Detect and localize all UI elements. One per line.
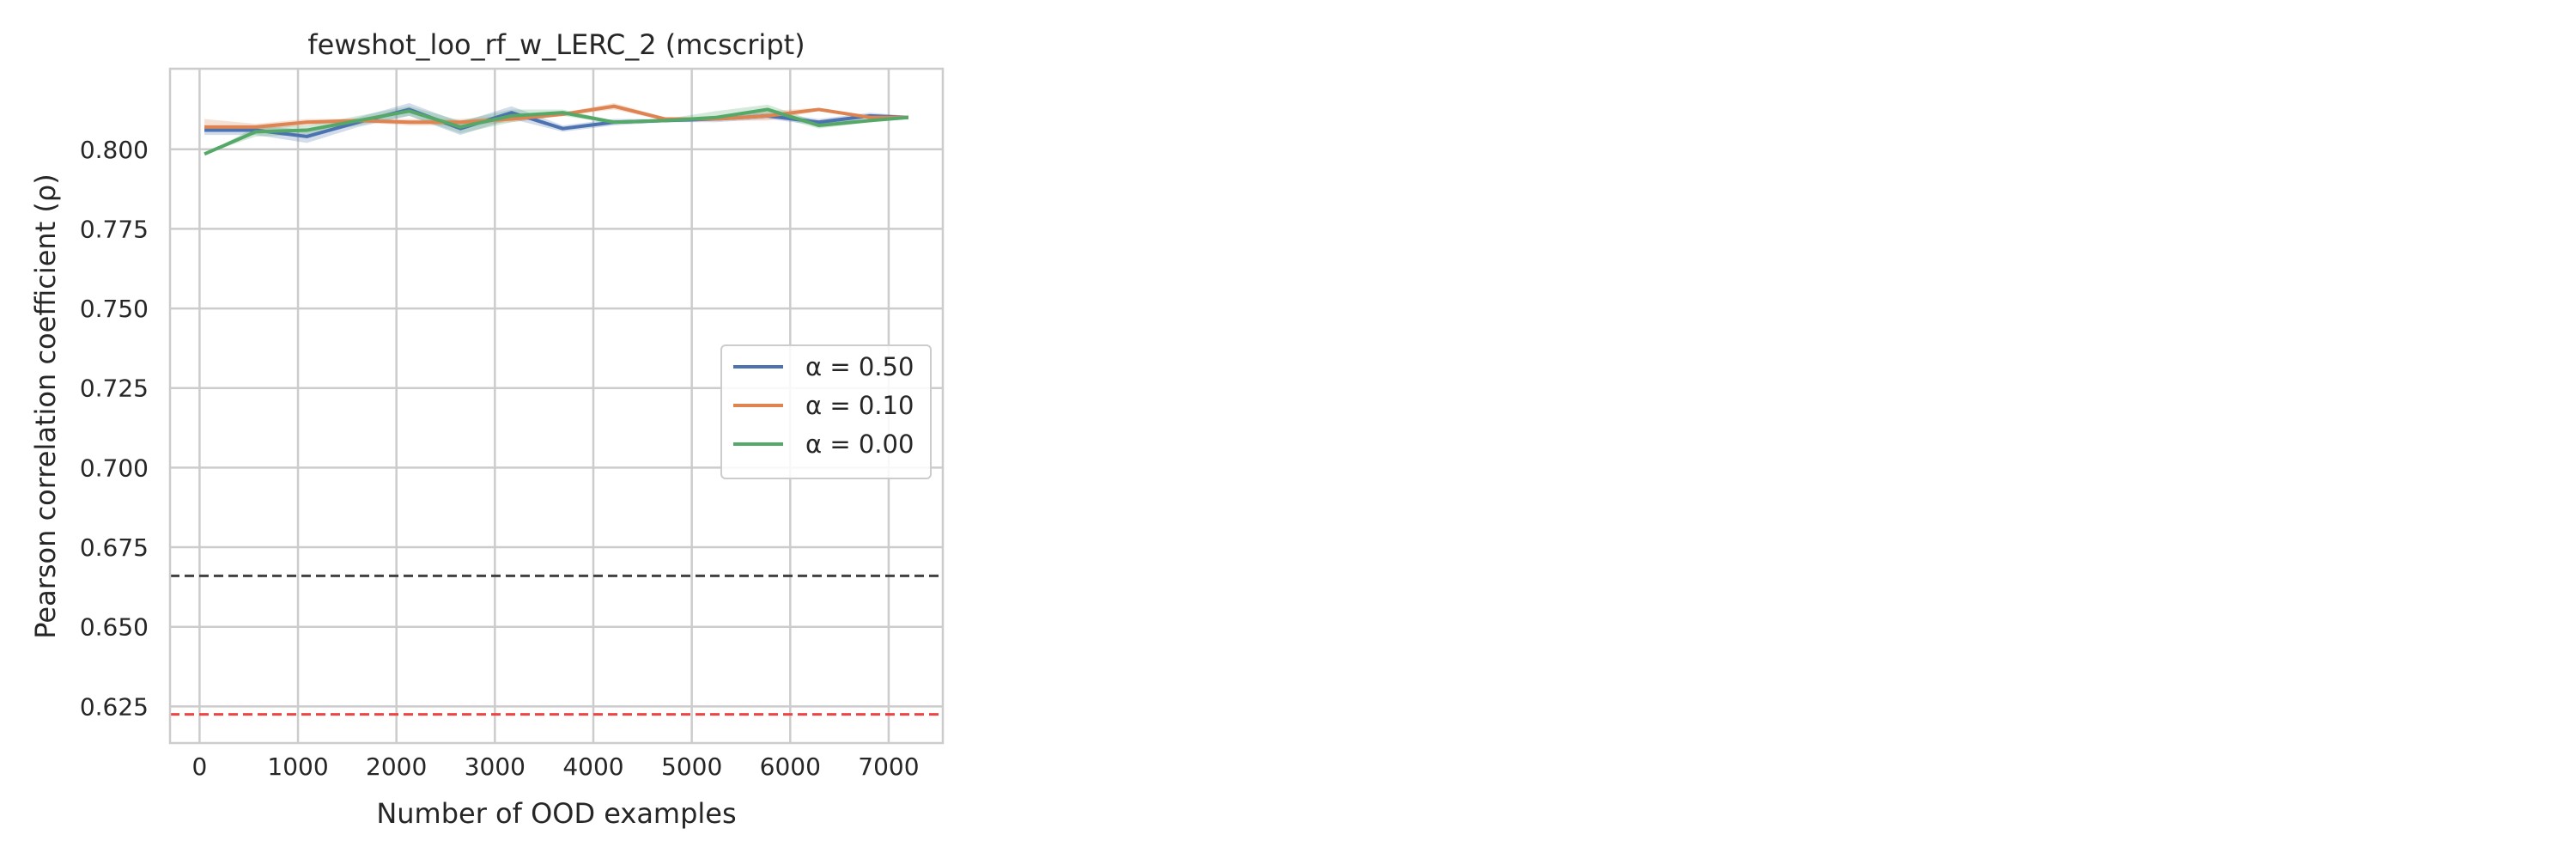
x-tick-label: 5000: [661, 752, 722, 781]
x-axis-label: Number of OOD examples: [376, 797, 736, 830]
y-tick-label: 0.775: [80, 215, 149, 243]
legend-label: α = 0.50: [805, 352, 914, 381]
y-axis-label: Pearson correlation coefficient (ρ): [29, 174, 62, 638]
y-tick-label: 0.675: [80, 533, 149, 562]
x-tick-label: 3000: [465, 752, 526, 781]
legend-label: α = 0.10: [805, 391, 914, 420]
y-tick-label: 0.625: [80, 692, 149, 721]
legend: α = 0.50 α = 0.10 α = 0.00: [720, 344, 932, 479]
y-tick-label: 0.700: [80, 454, 149, 482]
x-tick-label: 0: [191, 752, 207, 781]
x-tick-label: 4000: [562, 752, 623, 781]
x-tick-labels: 0 1000 2000 3000 4000 5000 6000 7000: [191, 752, 919, 781]
x-tick-label: 2000: [366, 752, 427, 781]
y-tick-label: 0.725: [80, 375, 149, 403]
x-tick-label: 1000: [267, 752, 328, 781]
y-tick-label: 0.800: [80, 136, 149, 164]
x-tick-label: 6000: [760, 752, 821, 781]
chart-title: fewshot_loo_rf_w_LERC_2 (mcscript): [307, 28, 805, 61]
y-tick-label: 0.750: [80, 295, 149, 323]
line-chart: fewshot_loo_rf_w_LERC_2 (mcscript) 0 1000…: [29, 28, 945, 830]
y-tick-label: 0.650: [80, 613, 149, 642]
x-tick-label: 7000: [858, 752, 919, 781]
y-tick-labels: 0.625 0.650 0.675 0.700 0.725 0.750 0.775 0.800: [80, 136, 149, 722]
legend-label: α = 0.00: [805, 430, 914, 459]
